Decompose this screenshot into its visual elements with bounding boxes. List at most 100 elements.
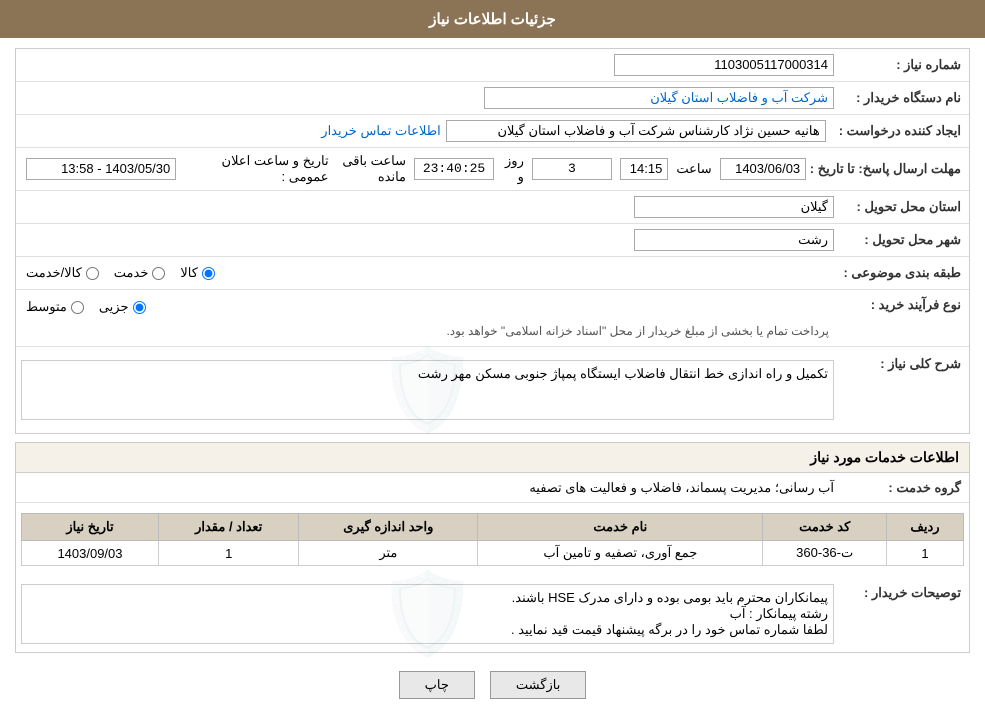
- radio-label-mottaset: متوسط: [26, 299, 67, 315]
- label-sharh-niaz: شرح کلی نیاز :: [839, 350, 969, 375]
- col-unit: واحد اندازه گیری: [299, 514, 478, 541]
- row-shomara-niaz: شماره نیاز : 1103005117000314: [16, 49, 969, 82]
- sharh-niaz-text: تکمیل و راه اندازی خط انتقال فاضلاب ایست…: [418, 366, 828, 381]
- row-gorooh-khadamat: گروه خدمت : آب رسانی؛ مدیریت پسماند، فاض…: [16, 473, 969, 503]
- col-tedad: تعداد / مقدار: [158, 514, 298, 541]
- input-shahr-tahvil: رشت: [634, 229, 834, 251]
- value-nam-dastgah: شرکت آب و فاضلاب استان گیلان: [16, 85, 839, 111]
- gorooh-khadamat-text: آب رسانی؛ مدیریت پسماند، فاضلاب و فعالیت…: [529, 480, 834, 495]
- input-nam-dastgah: شرکت آب و فاضلاب استان گیلان: [484, 87, 834, 109]
- page-title: جزئیات اطلاعات نیاز: [429, 11, 556, 28]
- label-mohlat: مهلت ارسال پاسخ: تا تاریخ :: [811, 158, 969, 180]
- form-section: شماره نیاز : 1103005117000314 نام دستگاه…: [15, 48, 970, 434]
- countdown-group: 1403/06/03 ساعت 14:15 3 روز و 23:40:25 س…: [334, 153, 807, 185]
- label-ostan-tahvil: استان محل تحویل :: [839, 196, 969, 218]
- radio-label-kala-khadamat: کالا/خدمت: [26, 265, 82, 281]
- radio-input-mottaset[interactable]: [71, 301, 84, 314]
- radio-input-khadamat[interactable]: [152, 267, 165, 280]
- tosifat-line2: رشته پیمانکار : آب: [27, 606, 828, 622]
- value-shomara-niaz: 1103005117000314: [16, 52, 839, 78]
- cell-date: 1403/09/03: [22, 541, 159, 566]
- value-mohlat: 1403/06/03 ساعت 14:15 3 روز و 23:40:25 س…: [329, 151, 812, 187]
- print-button[interactable]: چاپ: [399, 671, 475, 699]
- row-shahr-tahvil: شهر محل تحویل : رشت: [16, 224, 969, 257]
- row-farayand: نوع فرآیند خرید : متوسط جزیی پرداخت تمام…: [16, 290, 969, 347]
- tarikhe-elan-label: تاریخ و ساعت اعلان عمومی :: [181, 153, 328, 185]
- page-container: جزئیات اطلاعات نیاز شماره نیاز : 1103005…: [0, 0, 985, 719]
- label-gorooh-khadamat: گروه خدمت :: [839, 477, 969, 499]
- radio-label-kala: کالا: [180, 265, 198, 281]
- radio-label-khadamat: خدمت: [114, 265, 149, 281]
- input-mohlat-date: 1403/06/03: [720, 158, 806, 180]
- table-row: 1 ت-36-360 جمع آوری، تصفیه و تامین آب مت…: [22, 541, 964, 566]
- radio-jozvi: جزیی: [99, 299, 146, 315]
- radio-input-kala-khadamat[interactable]: [86, 267, 99, 280]
- label-farayand: نوع فرآیند خرید :: [839, 294, 969, 316]
- input-mohlat-saat: 14:15: [620, 158, 668, 180]
- cell-name: جمع آوری، تصفیه و تامین آب: [478, 541, 763, 566]
- cell-tedad: 1: [158, 541, 298, 566]
- col-date: تاریخ نیاز: [22, 514, 159, 541]
- table-container: ردیف کد خدمت نام خدمت واحد اندازه گیری ت…: [16, 503, 969, 576]
- label-shahr-tahvil: شهر محل تحویل :: [839, 229, 969, 251]
- input-tarikhe-elan: 1403/05/30 - 13:58: [26, 158, 176, 180]
- radio-kala-khadamat: کالا/خدمت: [26, 265, 99, 281]
- notice-farayand: پرداخت تمام یا بخشی از مبلغ خریدار از مح…: [21, 321, 834, 341]
- row-mohlat: مهلت ارسال پاسخ: تا تاریخ : 1403/06/03 س…: [16, 148, 969, 191]
- label-tabaqe: طبقه بندی موضوعی :: [835, 262, 969, 284]
- radio-label-jozvi: جزیی: [99, 299, 129, 315]
- main-content: شماره نیاز : 1103005117000314 نام دستگاه…: [0, 38, 985, 719]
- value-tabaqe: کالا/خدمت خدمت کالا: [16, 260, 835, 286]
- value-shahr-tahvil: رشت: [16, 227, 839, 253]
- tarikhe-elan-group: تاریخ و ساعت اعلان عمومی : 1403/05/30 - …: [16, 153, 329, 185]
- value-ijad-konande: هانیه حسین نژاد کارشناس شرکت آب و فاضلاب…: [16, 118, 831, 144]
- saat-bagi-label: ساعت باقی مانده: [334, 153, 406, 185]
- cell-radif: 1: [887, 541, 964, 566]
- saat-label: ساعت: [676, 161, 711, 177]
- label-shomara-niaz: شماره نیاز :: [839, 54, 969, 76]
- ijad-fields-group: هانیه حسین نژاد کارشناس شرکت آب و فاضلاب…: [21, 120, 826, 142]
- cell-unit: متر: [299, 541, 478, 566]
- radio-khadamat: خدمت: [114, 265, 166, 281]
- service-table: ردیف کد خدمت نام خدمت واحد اندازه گیری ت…: [21, 513, 964, 566]
- service-section: اطلاعات خدمات مورد نیاز گروه خدمت : آب ر…: [15, 442, 970, 653]
- input-shomara-niaz: 1103005117000314: [614, 54, 834, 76]
- radio-group-tabaqe: کالا/خدمت خدمت کالا: [21, 262, 830, 284]
- table-header-row: ردیف کد خدمت نام خدمت واحد اندازه گیری ت…: [22, 514, 964, 541]
- tosifat-box: 🛡️ پیمانکاران محترم باید بومی بوده و دار…: [21, 584, 834, 644]
- cell-code: ت-36-360: [763, 541, 887, 566]
- link-etelaat-tamas[interactable]: اطلاعات تماس خریدار: [321, 123, 440, 139]
- countdown-time: 23:40:25: [414, 158, 494, 180]
- label-ijad-konande: ایجاد کننده درخواست :: [831, 120, 969, 142]
- value-tosifat: 🛡️ پیمانکاران محترم باید بومی بوده و دار…: [16, 579, 839, 649]
- value-gorooh-khadamat: آب رسانی؛ مدیریت پسماند، فاضلاب و فعالیت…: [16, 478, 839, 498]
- tosifat-line3: لطفا شماره تماس خود را در برگه پیشنهاد ق…: [27, 622, 828, 638]
- row-tosifat: توصیحات خریدار : 🛡️ پیمانکاران محترم بای…: [16, 576, 969, 652]
- label-tosifat: توصیحات خریدار :: [839, 579, 969, 604]
- value-sharh-niaz: 🛡️ تکمیل و راه اندازی خط انتقال فاضلاب ا…: [16, 350, 839, 430]
- roz-va-label: روز و: [502, 153, 524, 185]
- input-ostan-tahvil: گیلان: [634, 196, 834, 218]
- col-radif: ردیف: [887, 514, 964, 541]
- row-sharh-niaz: شرح کلی نیاز : 🛡️ تکمیل و راه اندازی خط …: [16, 347, 969, 433]
- sharh-niaz-area: 🛡️ تکمیل و راه اندازی خط انتقال فاضلاب ا…: [21, 360, 834, 420]
- row-ostan-tahvil: استان محل تحویل : گیلان: [16, 191, 969, 224]
- value-ostan-tahvil: گیلان: [16, 194, 839, 220]
- input-ijad-konande: هانیه حسین نژاد کارشناس شرکت آب و فاضلاب…: [446, 120, 826, 142]
- service-section-title: اطلاعات خدمات مورد نیاز: [16, 443, 969, 473]
- row-nam-dastgah: نام دستگاه خریدار : شرکت آب و فاضلاب است…: [16, 82, 969, 115]
- col-name: نام خدمت: [478, 514, 763, 541]
- label-nam-dastgah: نام دستگاه خریدار :: [839, 87, 969, 109]
- row-ijad-konande: ایجاد کننده درخواست : هانیه حسین نژاد کا…: [16, 115, 969, 148]
- radio-input-jozvi[interactable]: [133, 301, 146, 314]
- col-code: کد خدمت: [763, 514, 887, 541]
- page-header: جزئیات اطلاعات نیاز: [0, 0, 985, 38]
- value-farayand: متوسط جزیی پرداخت تمام یا بخشی از مبلغ خ…: [16, 294, 839, 343]
- watermark-icon: 🛡️: [378, 343, 478, 437]
- countdown-days: 3: [532, 158, 612, 180]
- tosifat-line1: پیمانکاران محترم باید بومی بوده و دارای …: [27, 590, 828, 606]
- radio-input-kala[interactable]: [202, 267, 215, 280]
- row-tabaqe: طبقه بندی موضوعی : کالا/خدمت خدمت: [16, 257, 969, 290]
- radio-kala: کالا: [180, 265, 215, 281]
- back-button[interactable]: بازگشت: [490, 671, 586, 699]
